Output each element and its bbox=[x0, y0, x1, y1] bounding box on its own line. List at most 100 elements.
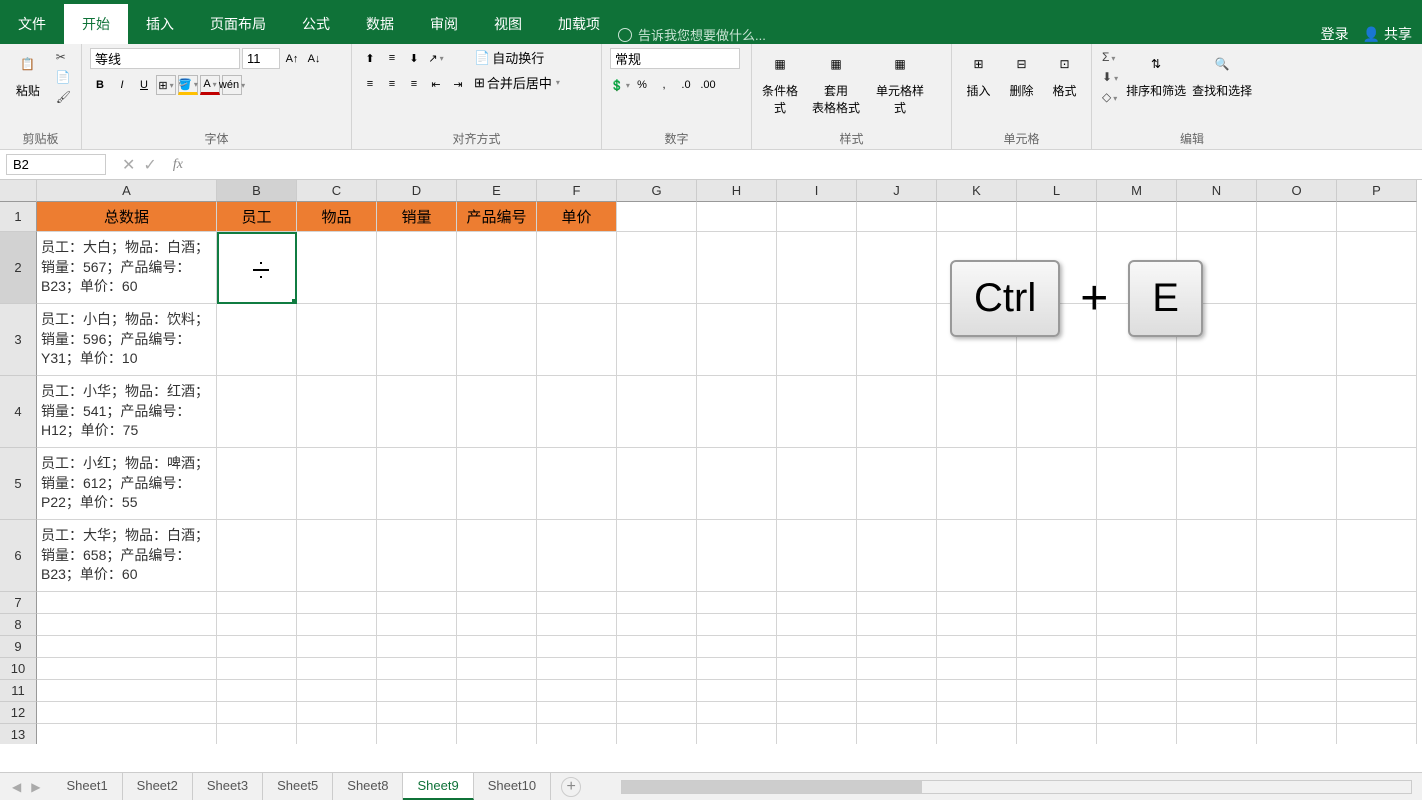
row-header-11[interactable]: 11 bbox=[0, 680, 37, 702]
empty-cell[interactable] bbox=[1177, 376, 1257, 448]
empty-cell[interactable] bbox=[697, 202, 777, 232]
empty-cell[interactable] bbox=[777, 680, 857, 702]
empty-cell[interactable] bbox=[1257, 304, 1337, 376]
empty-cell[interactable] bbox=[1337, 520, 1417, 592]
empty-cell[interactable] bbox=[1257, 202, 1337, 232]
empty-cell[interactable] bbox=[697, 448, 777, 520]
empty-cell[interactable] bbox=[457, 376, 537, 448]
empty-cell[interactable] bbox=[37, 614, 217, 636]
empty-cell[interactable] bbox=[217, 614, 297, 636]
dec-decimal-button[interactable]: .00 bbox=[698, 75, 718, 95]
formula-input[interactable] bbox=[189, 155, 1422, 174]
font-size-select[interactable] bbox=[242, 48, 280, 69]
empty-cell[interactable] bbox=[37, 658, 217, 680]
cell-styles-button[interactable]: ▦单元格样式 bbox=[872, 48, 928, 130]
empty-cell[interactable] bbox=[617, 592, 697, 614]
active-cell[interactable] bbox=[217, 232, 297, 304]
row-header-13[interactable]: 13 bbox=[0, 724, 37, 744]
spreadsheet-grid[interactable]: ABCDEFGHIJKLMNOP 12345678910111213 总数据员工… bbox=[0, 180, 1422, 744]
empty-cell[interactable] bbox=[377, 232, 457, 304]
empty-cell[interactable] bbox=[1177, 202, 1257, 232]
empty-cell[interactable] bbox=[37, 702, 217, 724]
empty-cell[interactable] bbox=[297, 376, 377, 448]
tab-data[interactable]: 数据 bbox=[348, 4, 412, 44]
share-button[interactable]: 👤 共享 bbox=[1363, 24, 1412, 44]
pinyin-button[interactable]: wén bbox=[222, 75, 242, 95]
empty-cell[interactable] bbox=[217, 636, 297, 658]
empty-cell[interactable] bbox=[697, 304, 777, 376]
empty-cell[interactable] bbox=[457, 304, 537, 376]
empty-cell[interactable] bbox=[1017, 724, 1097, 744]
empty-cell[interactable] bbox=[1257, 592, 1337, 614]
tab-home[interactable]: 开始 bbox=[64, 4, 128, 44]
empty-cell[interactable] bbox=[377, 724, 457, 744]
empty-cell[interactable] bbox=[297, 304, 377, 376]
table-format-button[interactable]: ▦套用 表格格式 bbox=[806, 48, 866, 130]
empty-cell[interactable] bbox=[937, 376, 1017, 448]
empty-cell[interactable] bbox=[1177, 702, 1257, 724]
empty-cell[interactable] bbox=[1257, 636, 1337, 658]
column-headers[interactable]: ABCDEFGHIJKLMNOP bbox=[37, 180, 1417, 202]
align-left-button[interactable]: ≡ bbox=[360, 74, 380, 94]
col-header-P[interactable]: P bbox=[1337, 180, 1417, 202]
col-header-L[interactable]: L bbox=[1017, 180, 1097, 202]
empty-cell[interactable] bbox=[937, 202, 1017, 232]
percent-button[interactable]: % bbox=[632, 75, 652, 95]
empty-cell[interactable] bbox=[217, 702, 297, 724]
header-cell[interactable]: 单价 bbox=[537, 202, 617, 232]
empty-cell[interactable] bbox=[1337, 680, 1417, 702]
col-header-H[interactable]: H bbox=[697, 180, 777, 202]
empty-cell[interactable] bbox=[377, 702, 457, 724]
empty-cell[interactable] bbox=[1017, 658, 1097, 680]
empty-cell[interactable] bbox=[1337, 202, 1417, 232]
align-right-button[interactable]: ≡ bbox=[404, 74, 424, 94]
empty-cell[interactable] bbox=[377, 592, 457, 614]
header-cell[interactable]: 产品编号 bbox=[457, 202, 537, 232]
empty-cell[interactable] bbox=[537, 232, 617, 304]
empty-cell[interactable] bbox=[1337, 232, 1417, 304]
col-header-M[interactable]: M bbox=[1097, 180, 1177, 202]
empty-cell[interactable] bbox=[217, 520, 297, 592]
empty-cell[interactable] bbox=[297, 592, 377, 614]
empty-cell[interactable] bbox=[1017, 592, 1097, 614]
row-header-6[interactable]: 6 bbox=[0, 520, 37, 592]
empty-cell[interactable] bbox=[697, 592, 777, 614]
empty-cell[interactable] bbox=[457, 520, 537, 592]
empty-cell[interactable] bbox=[377, 680, 457, 702]
fx-icon[interactable]: fx bbox=[167, 157, 189, 173]
empty-cell[interactable] bbox=[1177, 658, 1257, 680]
empty-cell[interactable] bbox=[37, 636, 217, 658]
empty-cell[interactable] bbox=[617, 724, 697, 744]
empty-cell[interactable] bbox=[377, 520, 457, 592]
col-header-D[interactable]: D bbox=[377, 180, 457, 202]
row-header-8[interactable]: 8 bbox=[0, 614, 37, 636]
empty-cell[interactable] bbox=[777, 448, 857, 520]
empty-cell[interactable] bbox=[1097, 448, 1177, 520]
empty-cell[interactable] bbox=[937, 520, 1017, 592]
row-header-12[interactable]: 12 bbox=[0, 702, 37, 724]
col-header-A[interactable]: A bbox=[37, 180, 217, 202]
empty-cell[interactable] bbox=[777, 592, 857, 614]
empty-cell[interactable] bbox=[857, 202, 937, 232]
empty-cell[interactable] bbox=[617, 376, 697, 448]
empty-cell[interactable] bbox=[1097, 520, 1177, 592]
empty-cell[interactable] bbox=[1257, 724, 1337, 744]
empty-cell[interactable] bbox=[697, 232, 777, 304]
empty-cell[interactable] bbox=[617, 448, 697, 520]
empty-cell[interactable] bbox=[697, 520, 777, 592]
empty-cell[interactable] bbox=[1097, 724, 1177, 744]
empty-cell[interactable] bbox=[617, 658, 697, 680]
empty-cell[interactable] bbox=[297, 724, 377, 744]
empty-cell[interactable] bbox=[937, 680, 1017, 702]
increase-font-button[interactable]: A↑ bbox=[282, 49, 302, 69]
empty-cell[interactable] bbox=[537, 592, 617, 614]
align-middle-button[interactable]: ≡ bbox=[382, 48, 402, 68]
empty-cell[interactable] bbox=[1337, 658, 1417, 680]
col-header-G[interactable]: G bbox=[617, 180, 697, 202]
tab-formulas[interactable]: 公式 bbox=[284, 4, 348, 44]
login-link[interactable]: 登录 bbox=[1321, 24, 1349, 44]
empty-cell[interactable] bbox=[457, 680, 537, 702]
empty-cell[interactable] bbox=[617, 614, 697, 636]
row-headers[interactable]: 12345678910111213 bbox=[0, 202, 37, 744]
col-header-C[interactable]: C bbox=[297, 180, 377, 202]
